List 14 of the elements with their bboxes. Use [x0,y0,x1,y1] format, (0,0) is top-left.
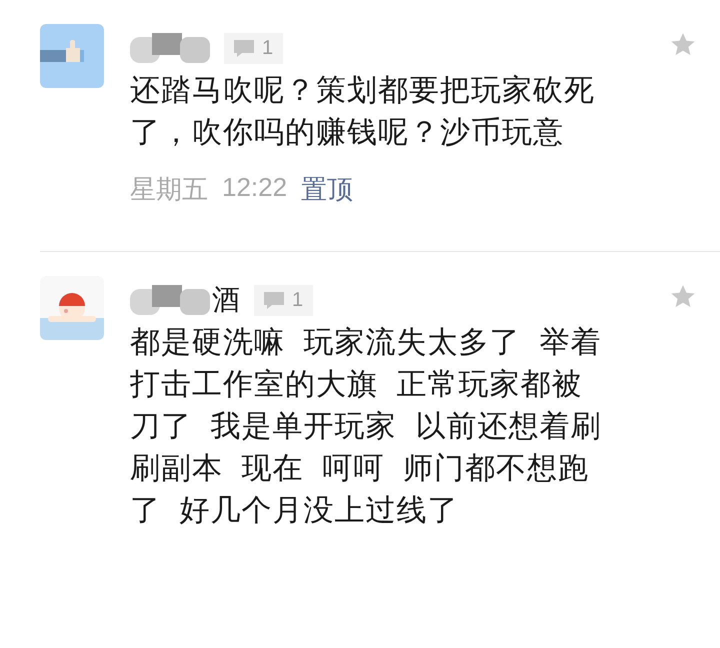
comment-icon [234,40,254,56]
author-name: 酒 [212,283,240,317]
comment-icon [264,292,284,308]
comment-text: 都是硬洗嘛 玩家流失太多了 举着打击工作室的大旗 正常玩家都被刀了 我是单开玩家 以前还想着刷刷副本 现在 呵呵 师门都不想跑了 好几个月没上过线了 [130,325,602,529]
reply-count-badge[interactable]: 1 [254,284,314,316]
star-icon[interactable] [670,32,696,57]
star-icon[interactable] [670,284,696,309]
pin-link[interactable]: 置顶 [301,172,354,207]
comment-time: 12:22 [222,172,288,204]
comment-day: 星期五 [130,172,208,207]
reply-count-badge[interactable]: 1 [224,32,284,64]
avatar-icon [40,24,104,88]
avatar-icon [40,276,104,340]
comment-text: 还踏马吹呢？策划都要把玩家砍死了，吹你吗的赚钱呢？沙币玩意 [130,73,596,151]
